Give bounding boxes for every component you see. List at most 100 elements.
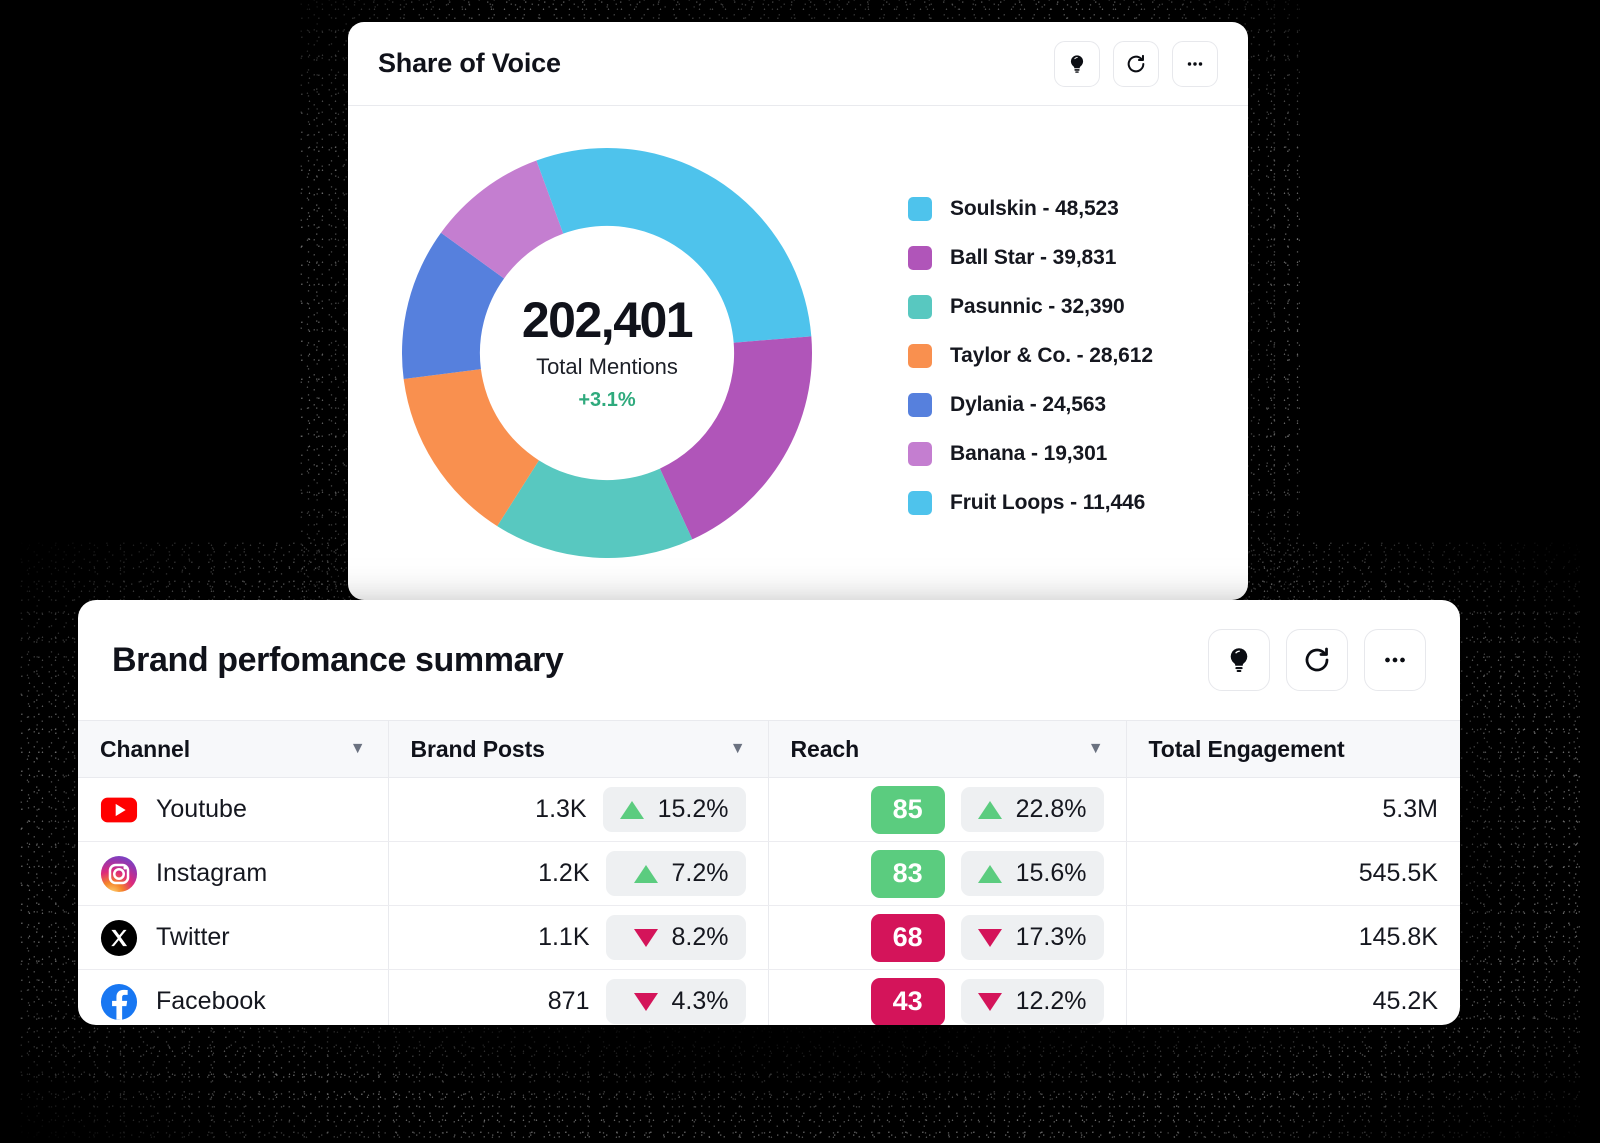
reach-change-chip: 17.3%	[960, 915, 1104, 960]
channel-name: Twitter	[156, 923, 230, 951]
reach-wrapper: 68 17.3%	[791, 913, 1104, 962]
reach-score-badge: 68	[870, 913, 945, 962]
total-engagement-cell: 5.3M	[1126, 777, 1460, 842]
legend-color-swatch	[908, 442, 932, 466]
brand-posts-wrapper: 1.2K 7.2%	[411, 851, 746, 896]
legend-item[interactable]: Soulskin - 48,523	[908, 197, 1153, 221]
table-row[interactable]: Facebook 871 4.3% 43 12.2% 45.2K	[78, 969, 1460, 1025]
donut-slice[interactable]	[607, 148, 812, 343]
refresh-icon	[1127, 54, 1145, 72]
total-engagement-cell: 145.8K	[1126, 905, 1460, 970]
legend-color-swatch	[908, 344, 932, 368]
brand-posts-cell: 1.1K 8.2%	[388, 905, 769, 970]
legend-label: Soulskin - 48,523	[950, 197, 1119, 220]
reach-change-value: 22.8%	[1015, 795, 1087, 823]
brand-posts-value: 871	[547, 987, 590, 1016]
brand-posts-value: 1.1K	[538, 923, 590, 951]
column-header-inner: Channel ▼	[100, 736, 366, 763]
brand-performance-header: Brand perfomance summary	[78, 600, 1460, 720]
trend-up-icon	[633, 864, 658, 883]
legend-item[interactable]: Taylor & Co. - 28,612	[908, 344, 1153, 368]
brand-performance-title: Brand perfomance summary	[112, 640, 564, 679]
reach-wrapper: 43 12.2%	[791, 977, 1104, 1025]
ellipsis-icon	[1187, 61, 1203, 66]
brand-posts-change-value: 7.2%	[671, 859, 729, 887]
reach-change-value: 15.6%	[1015, 859, 1087, 887]
legend-item[interactable]: Banana - 19,301	[908, 442, 1153, 466]
header-actions	[1054, 40, 1218, 87]
brand-performance-table: Channel ▼ Brand Posts ▼ Reach ▼ Total Engageme…	[78, 720, 1460, 1025]
table-column-header[interactable]: Channel ▼	[78, 720, 389, 778]
legend-label: Banana - 19,301	[950, 442, 1108, 465]
more-options-button[interactable]	[1172, 40, 1218, 87]
channel-cell: Youtube	[78, 777, 389, 842]
column-header-inner: Total Engagement	[1149, 736, 1439, 763]
legend-item[interactable]: Fruit Loops - 11,446	[908, 491, 1153, 515]
brand-performance-actions	[1208, 629, 1426, 691]
donut-slice[interactable]	[659, 336, 812, 540]
lightbulb-icon	[1230, 648, 1248, 672]
legend-item[interactable]: Pasunnic - 32,390	[908, 295, 1153, 319]
column-header-label: Channel	[100, 735, 191, 762]
legend-color-swatch	[908, 491, 932, 515]
facebook-icon	[100, 983, 138, 1020]
channel-name: Instagram	[156, 859, 268, 887]
share-of-voice-header: Share of Voice	[348, 22, 1248, 106]
reach-change-chip: 12.2%	[960, 979, 1104, 1025]
reach-wrapper: 85 22.8%	[791, 785, 1104, 834]
insights-button[interactable]	[1054, 40, 1100, 87]
channel-name: Youtube	[156, 795, 247, 823]
reach-score-badge: 43	[870, 977, 945, 1025]
column-header-inner: Reach ▼	[791, 736, 1104, 763]
donut-slices	[402, 148, 812, 558]
refresh-button[interactable]	[1113, 40, 1159, 87]
legend-label: Taylor & Co. - 28,612	[950, 344, 1153, 367]
reach-change-chip: 15.6%	[960, 851, 1104, 896]
trend-down-icon	[633, 992, 658, 1011]
donut-svg	[402, 148, 812, 558]
table-column-header[interactable]: Total Engagement	[1126, 720, 1460, 778]
sort-descending-icon[interactable]: ▼	[730, 741, 746, 757]
reach-score-badge: 83	[870, 849, 945, 898]
legend-color-swatch	[908, 393, 932, 417]
ellipsis-icon	[1385, 657, 1405, 663]
brand-posts-wrapper: 1.1K 8.2%	[411, 915, 746, 960]
table-row[interactable]: Twitter 1.1K 8.2% 68 17.3% 145.8K	[78, 905, 1460, 970]
table-column-header[interactable]: Reach ▼	[768, 720, 1127, 778]
brand-performance-card: Brand perfomance summary Channel ▼ Brand…	[78, 600, 1460, 1025]
table-row[interactable]: Youtube 1.3K 15.2% 85 22.8% 5.3M	[78, 777, 1460, 842]
legend-item[interactable]: Ball Star - 39,831	[908, 246, 1153, 270]
legend-color-swatch	[908, 246, 932, 270]
column-header-label: Brand Posts	[410, 735, 545, 762]
brand-posts-value: 1.3K	[535, 795, 587, 823]
page-title: Share of Voice	[378, 48, 561, 78]
channel-cell: Facebook	[78, 969, 389, 1025]
legend-label: Pasunnic - 32,390	[950, 295, 1125, 318]
chart-legend: Soulskin - 48,523 Ball Star - 39,831 Pasun…	[908, 191, 1153, 515]
legend-label: Ball Star - 39,831	[950, 246, 1117, 269]
channel-wrapper: Youtube	[100, 791, 366, 829]
trend-down-icon	[977, 928, 1002, 947]
table-row[interactable]: Instagram 1.2K 7.2% 83 15.6% 545.5K	[78, 841, 1460, 906]
brand-posts-value: 1.2K	[538, 859, 590, 887]
channel-cell: Twitter	[78, 905, 389, 970]
column-header-inner: Brand Posts ▼	[411, 736, 746, 763]
instagram-icon	[100, 855, 138, 892]
table-column-header[interactable]: Brand Posts ▼	[388, 720, 769, 778]
brand-posts-cell: 1.2K 7.2%	[388, 841, 769, 906]
donut-chart: 202,401 Total Mentions +3.1%	[402, 148, 812, 558]
share-of-voice-body: 202,401 Total Mentions +3.1% Soulskin - …	[348, 106, 1248, 600]
trend-down-icon	[633, 928, 658, 947]
brand-posts-change-value: 15.2%	[657, 795, 729, 823]
channel-wrapper: Instagram	[100, 855, 366, 893]
brand-posts-change-value: 8.2%	[671, 923, 729, 951]
more-options-button[interactable]	[1364, 629, 1426, 691]
brand-posts-cell: 1.3K 15.2%	[388, 777, 769, 842]
trend-up-icon	[977, 864, 1002, 883]
sort-descending-icon[interactable]: ▼	[1088, 741, 1104, 757]
x-twitter-icon	[100, 919, 138, 956]
sort-descending-icon[interactable]: ▼	[350, 741, 366, 757]
refresh-button[interactable]	[1286, 629, 1348, 691]
insights-button[interactable]	[1208, 629, 1270, 691]
legend-item[interactable]: Dylania - 24,563	[908, 393, 1153, 417]
